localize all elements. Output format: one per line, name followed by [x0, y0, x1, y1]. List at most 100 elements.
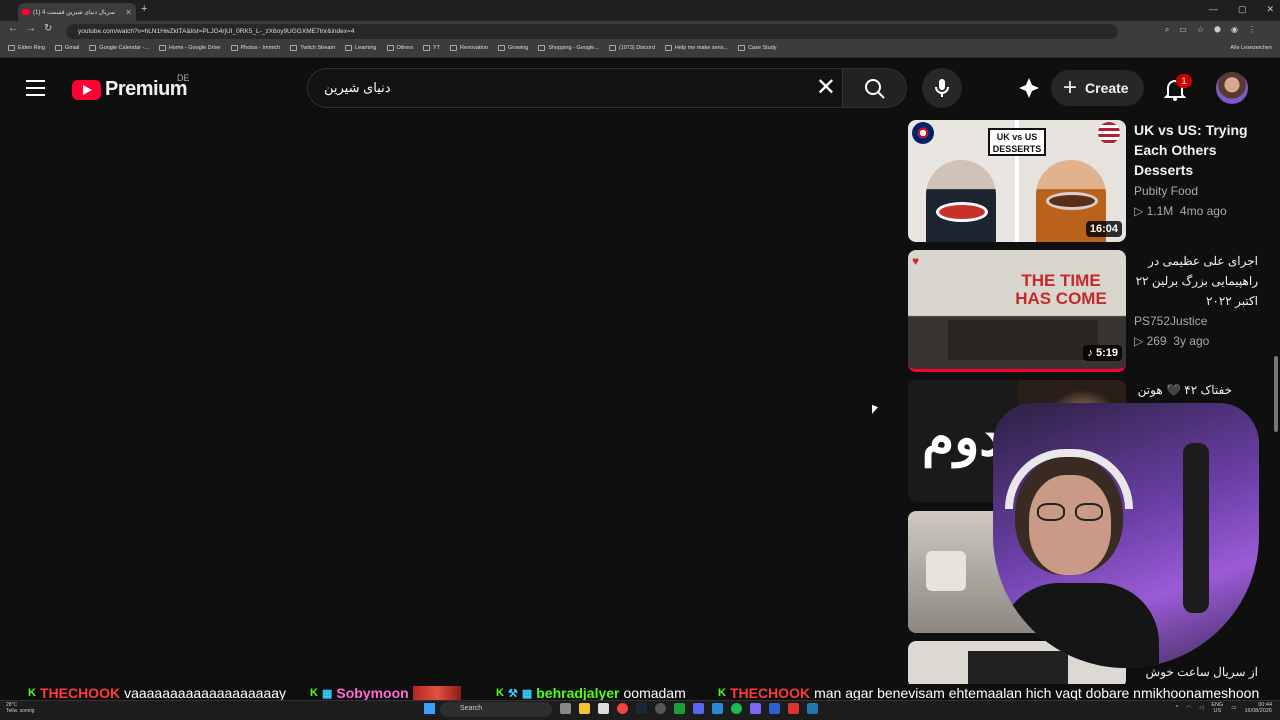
plus-icon: + [1063, 74, 1078, 101]
app-icon-2[interactable] [788, 703, 799, 714]
outlook-icon[interactable] [712, 703, 723, 714]
bookmark-item[interactable]: (1073) Discord [608, 45, 655, 51]
tray-chevron-icon[interactable]: ^ [1176, 705, 1179, 711]
ai-sparkle-icon[interactable] [1016, 76, 1042, 100]
video-thumbnail[interactable]: UK vs US DESSERTS 16:04 [908, 120, 1126, 242]
browser-menu-icon[interactable]: ⋮ [1248, 25, 1256, 35]
store-icon[interactable] [598, 703, 609, 714]
bookmark-item[interactable]: Help me make sens... [664, 45, 728, 51]
bookmark-item[interactable]: YT [423, 45, 440, 51]
view-count: 1.1M [1146, 204, 1174, 218]
cast-icon[interactable]: ▭ [1179, 25, 1187, 35]
bookmark-item[interactable]: Renovation [450, 45, 488, 51]
chat-message: K ⚒ ▦ behradjalyer oomadam [496, 685, 686, 701]
avatar[interactable] [1216, 72, 1248, 104]
browser-tab[interactable]: (1) سریال دنیای شیرین قسمت 4 ✕ [18, 3, 136, 21]
us-flag-icon [1098, 122, 1120, 144]
video-title[interactable]: UK vs US: Trying Each Others Desserts [1134, 120, 1264, 180]
volume-icon[interactable]: ◁ [1199, 705, 1203, 711]
all-bookmarks[interactable]: Alle Lesezeichen [1230, 45, 1272, 51]
telegram-icon[interactable] [807, 703, 818, 714]
chat-text: man agar benevisam ehtemaalan hich vaqt … [814, 685, 1260, 701]
clock[interactable]: 00:44 16/08/2026 [1244, 702, 1272, 714]
close-tab-icon[interactable]: ✕ [125, 8, 132, 17]
bookmark-item[interactable]: Growing [497, 45, 529, 51]
bookmark-item[interactable]: Gmail [54, 45, 80, 51]
steam-icon[interactable] [636, 703, 647, 714]
obs-icon[interactable] [655, 703, 666, 714]
hamburger-menu-icon[interactable] [26, 80, 45, 96]
reload-icon[interactable]: ↻ [44, 23, 52, 34]
star-icon[interactable]: ☆ [1197, 25, 1204, 35]
chat-message: K THECHOOK man agar benevisam ehtemaalan… [718, 685, 1259, 701]
sub-badge-icon: ▦ [321, 687, 333, 700]
chrome-icon[interactable] [617, 703, 628, 714]
excel-icon[interactable] [674, 703, 685, 714]
bookmark-item[interactable]: Case Study [738, 45, 777, 51]
dessert-right [1046, 192, 1098, 210]
bookmark-label: Gmail [64, 45, 80, 51]
bookmark-icon [386, 45, 394, 51]
bookmark-item[interactable]: Others [386, 45, 413, 51]
app-icon[interactable] [750, 703, 761, 714]
person-left [926, 160, 996, 242]
bookmark-icon [89, 45, 97, 51]
maximize-icon[interactable]: ▢ [1238, 4, 1247, 15]
profile-icon[interactable]: ◉ [1231, 25, 1238, 35]
network-icon[interactable]: ▭ [1231, 705, 1236, 711]
taskbar-search[interactable]: Search [440, 702, 552, 717]
create-button[interactable]: + Create [1051, 70, 1144, 106]
thumbnail-text: THE TIME HAS COME [1015, 271, 1107, 308]
bookmark-item[interactable]: Shopping - Google... [538, 45, 599, 51]
video-title[interactable]: اجرای علی عظیمی در راهپیمایی بزرگ برلین … [1134, 251, 1258, 311]
headphones [1005, 449, 1133, 509]
youtube-logo[interactable]: Premium [72, 78, 188, 101]
sub-badge-icon: ▦ [521, 687, 533, 700]
search-button[interactable] [843, 68, 907, 108]
bookmark-item[interactable]: Learning [345, 45, 377, 51]
mouse-cursor [872, 404, 878, 417]
close-window-icon[interactable]: ✕ [1266, 4, 1274, 15]
bookmark-item[interactable]: Elden Ring [8, 45, 45, 51]
channel-name[interactable]: Pubity Food [1134, 184, 1198, 198]
bookmark-icon [608, 45, 616, 51]
windows-start-icon[interactable] [424, 703, 435, 714]
youtube-favicon-icon [22, 9, 30, 15]
extension-icon[interactable]: ⬢ [1214, 25, 1221, 35]
task-view-icon[interactable] [560, 703, 571, 714]
video-duration: 16:04 [1085, 221, 1122, 237]
voice-search-button[interactable] [922, 68, 962, 108]
language-indicator[interactable]: ENG US [1211, 702, 1223, 714]
channel-name[interactable]: PS752Justice [1134, 314, 1207, 328]
video-thumbnail[interactable]: ♥ THE TIME HAS COME ♪ 5:19 [908, 250, 1126, 372]
back-icon[interactable]: ← [8, 23, 18, 34]
wifi-icon[interactable]: ◠ [1186, 705, 1191, 711]
scrollbar-thumb[interactable] [1274, 356, 1278, 432]
minimize-icon[interactable]: — [1209, 4, 1218, 15]
bookmark-item[interactable]: Home - Google Drive [158, 45, 221, 51]
bookmark-item[interactable]: Google Calendar -... [89, 45, 149, 51]
bookmark-label: Twitch Stream [300, 45, 336, 51]
uk-flag-icon [912, 122, 934, 144]
tab-title: (1) سریال دنیای شیرین قسمت 4 [33, 9, 115, 16]
video-title[interactable]: خفتاک ۴۲ 🖤 هوتن [1134, 380, 1232, 400]
discord-icon[interactable] [693, 703, 704, 714]
url-input[interactable]: youtube.com/watch?v=hLN1HwZktTA&list=PLJ… [66, 24, 1118, 39]
search-input[interactable]: دنیای شیرین ✕ [307, 68, 843, 108]
moderator-badge-icon: ⚒ [507, 687, 518, 700]
chat-username: THECHOOK [39, 685, 121, 701]
bookmark-label: Home - Google Drive [168, 45, 221, 51]
vscode-icon[interactable] [769, 703, 780, 714]
forward-icon[interactable]: → [26, 23, 36, 34]
kick-badge-icon: K [718, 687, 726, 699]
bookmark-label: Growing [507, 45, 529, 51]
bookmark-item[interactable]: Twitch Stream [290, 45, 335, 51]
clear-search-icon[interactable]: ✕ [816, 73, 836, 102]
zoom-icon[interactable]: ⌕ [1165, 25, 1169, 35]
file-explorer-icon[interactable] [579, 703, 590, 714]
spotify-icon[interactable] [731, 703, 742, 714]
weather-widget[interactable]: 28°C Teilw. sonnig [6, 702, 34, 714]
new-tab-icon[interactable]: + [141, 3, 147, 15]
bookmark-item[interactable]: Photos - Immich [230, 45, 280, 51]
bookmark-icon [450, 45, 458, 51]
